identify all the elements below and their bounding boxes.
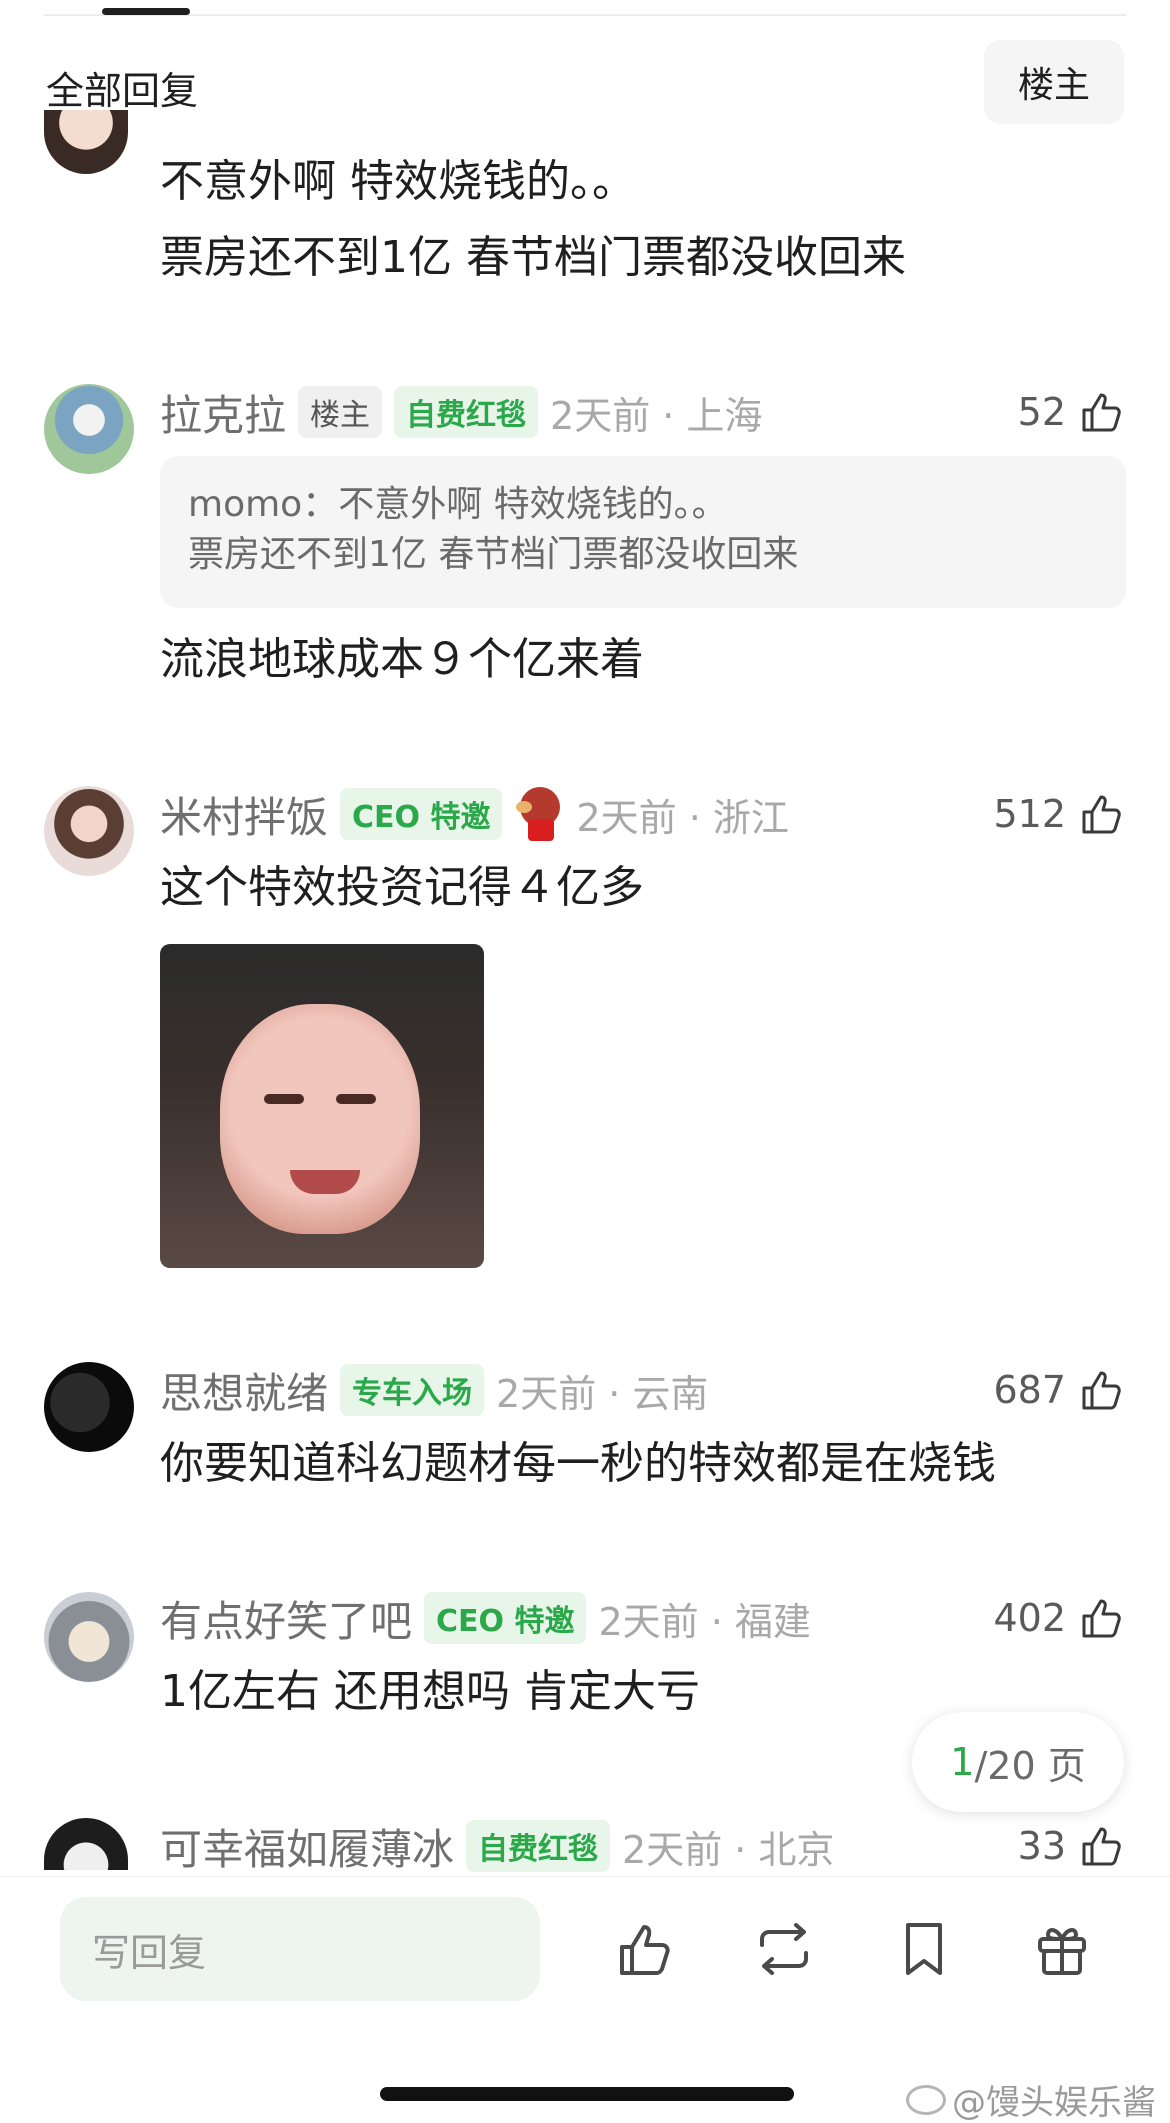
like-control[interactable]: 512: [993, 784, 1126, 844]
comment-meta: 米村拌饭 CEO 特邀 2天前 · 浙江: [160, 784, 789, 844]
watermark: @馒头娱乐酱: [906, 2075, 1156, 2123]
reply-input[interactable]: 写回复: [60, 1897, 540, 2001]
avatar[interactable]: [44, 1592, 134, 1682]
comment-image[interactable]: [160, 944, 484, 1268]
pig-sticker-icon: [514, 787, 564, 841]
owner-badge: 楼主: [298, 386, 383, 438]
thumbs-up-icon: [1082, 795, 1121, 834]
username[interactable]: 米村拌饭: [160, 784, 328, 845]
avatar[interactable]: [44, 1362, 134, 1452]
weibo-logo-icon: [906, 2084, 946, 2115]
username[interactable]: 思想就绪: [160, 1360, 328, 1421]
like-count: 52: [1017, 390, 1066, 434]
timestamp-location: 2天前 · 福建: [598, 1599, 811, 1644]
thumbs-up-icon: [1082, 1371, 1121, 1410]
badge-tag: 自费红毯: [466, 1820, 611, 1872]
comment-meta: 有点好笑了吧 CEO 特邀 2天前 · 福建: [160, 1588, 811, 1648]
timestamp-location: 2天前 · 北京: [622, 1827, 835, 1872]
page-current: 1: [950, 1740, 975, 1784]
comment-text: 你要知道科幻题材每一秒的特效都是在烧钱: [160, 1438, 996, 1489]
thumbs-up-icon: [1082, 1827, 1121, 1866]
sheet-handle[interactable]: [102, 8, 190, 15]
avatar[interactable]: [44, 384, 134, 474]
username[interactable]: 可幸福如履薄冰: [160, 1816, 454, 1877]
page-title: 全部回复: [46, 69, 199, 113]
like-control[interactable]: 33: [1018, 1816, 1126, 1876]
page-total: /20 页: [974, 1743, 1086, 1788]
comment-text-line: 不意外啊 特效烧钱的。。: [160, 156, 636, 207]
comment-meta: 拉克拉 楼主 自费红毯 2天前 · 上海: [160, 382, 762, 442]
quote-line: momo：不意外啊 特效烧钱的。。: [188, 484, 728, 525]
username[interactable]: 有点好笑了吧: [160, 1588, 412, 1649]
avatar[interactable]: [44, 110, 128, 174]
thumbs-up-icon: [1082, 1599, 1121, 1638]
username[interactable]: 拉克拉: [160, 382, 286, 443]
timestamp-location: 2天前 · 上海: [550, 393, 763, 438]
bottom-action-bar: 写回复 @馒头娱乐酱: [0, 1876, 1170, 2123]
like-count: 402: [993, 1596, 1066, 1640]
watermark-text: @馒头娱乐酱: [952, 2083, 1156, 2123]
replies-header: 全部回复 楼主: [0, 40, 1170, 126]
like-icon[interactable]: [614, 1917, 678, 1981]
like-control[interactable]: 687: [993, 1360, 1126, 1420]
like-count: 512: [993, 792, 1066, 836]
like-count: 687: [993, 1368, 1066, 1412]
owner-only-button[interactable]: 楼主: [984, 40, 1124, 124]
badge-tag: CEO 特邀: [340, 788, 503, 840]
timestamp-location: 2天前 · 浙江: [576, 795, 789, 840]
avatar[interactable]: [44, 1818, 128, 1870]
badge-tag: 专车入场: [340, 1364, 485, 1416]
avatar[interactable]: [44, 786, 134, 876]
timestamp-location: 2天前 · 云南: [496, 1371, 709, 1416]
quote-line: 票房还不到1亿 春节档门票都没收回来: [188, 534, 799, 575]
comment-text-line: 票房还不到1亿 春节档门票都没收回来: [160, 232, 906, 283]
bookmark-icon[interactable]: [892, 1917, 956, 1981]
comment-text: 流浪地球成本９个亿来着: [160, 634, 644, 685]
comment-text: 这个特效投资记得４亿多: [160, 862, 644, 913]
page-indicator[interactable]: 1 /20 页: [912, 1712, 1124, 1812]
home-indicator[interactable]: [380, 2087, 794, 2101]
like-control[interactable]: 52: [1018, 382, 1126, 442]
badge-tag: 自费红毯: [394, 386, 539, 438]
top-divider: [44, 14, 1126, 16]
like-control[interactable]: 402: [993, 1588, 1126, 1648]
comment-meta: 思想就绪 专车入场 2天前 · 云南: [160, 1360, 708, 1420]
comment-text: 1亿左右 还用想吗 肯定大亏: [160, 1666, 700, 1717]
comment-meta: 可幸福如履薄冰 自费红毯 2天前 · 北京: [160, 1816, 834, 1876]
quoted-reply[interactable]: momo：不意外啊 特效烧钱的。。 票房还不到1亿 春节档门票都没收回来: [160, 456, 1126, 608]
like-count: 33: [1017, 1824, 1066, 1868]
thumbs-up-icon: [1082, 393, 1121, 432]
repost-icon[interactable]: [752, 1917, 816, 1981]
gift-icon[interactable]: [1030, 1917, 1094, 1981]
badge-tag: CEO 特邀: [424, 1592, 587, 1644]
